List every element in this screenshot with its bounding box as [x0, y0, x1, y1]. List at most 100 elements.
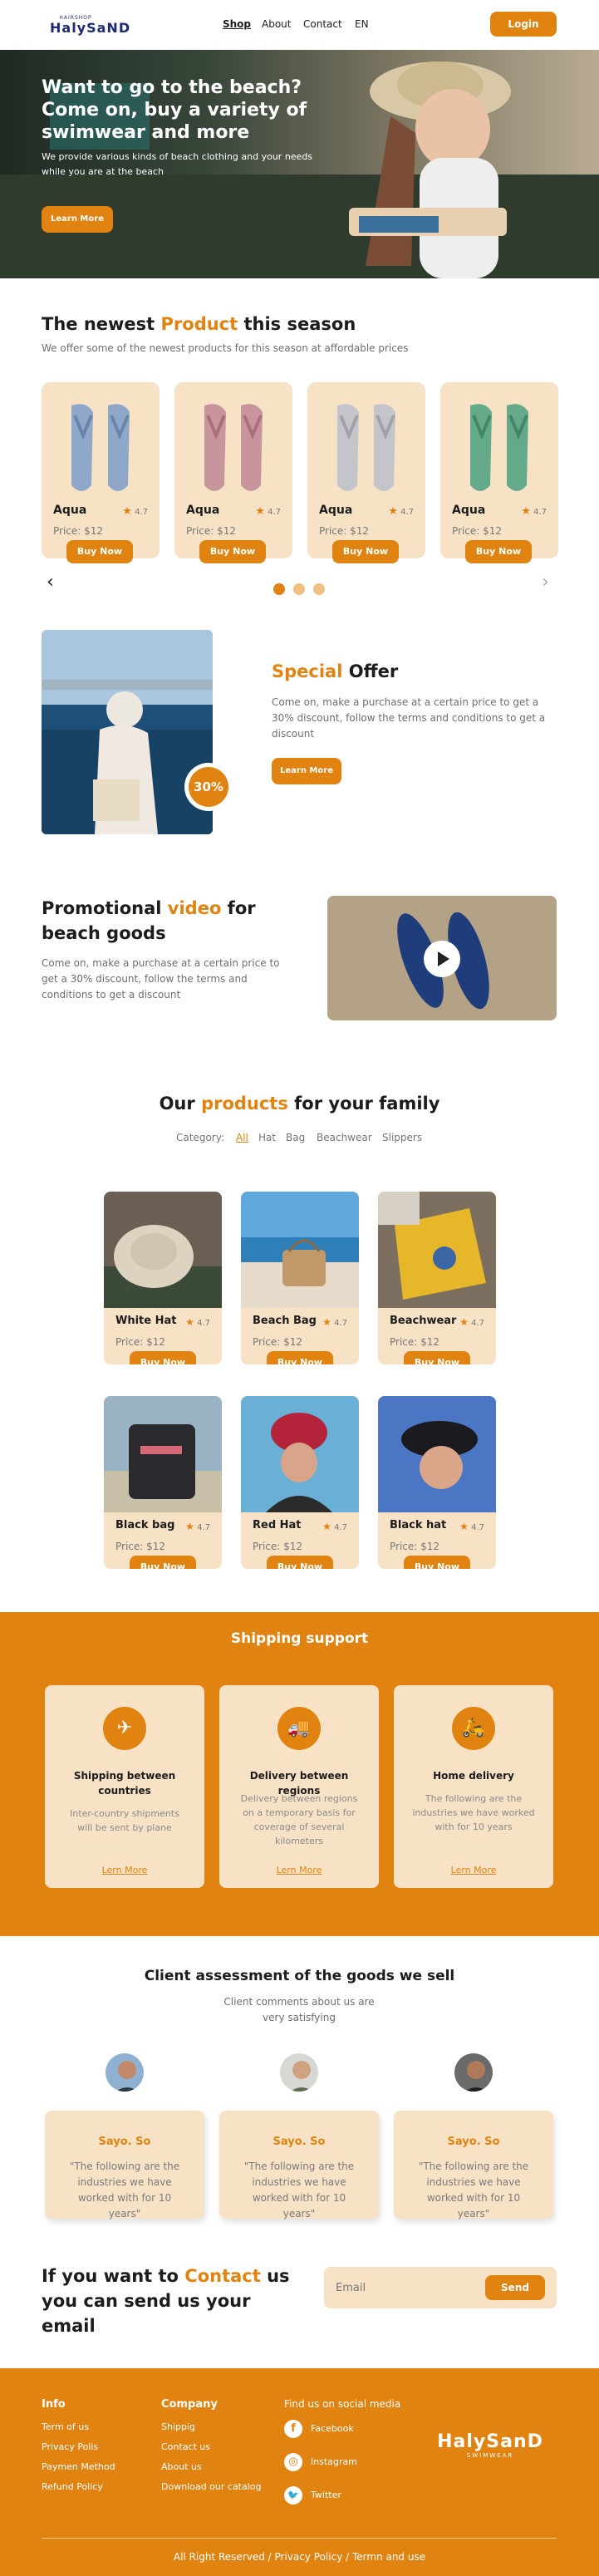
offer-text: Come on, make a purchase at a certain pr…	[272, 696, 546, 740]
footer-link-instagram[interactable]: Instagram	[311, 2456, 357, 2467]
motorbike-icon: 🛵	[452, 1707, 495, 1750]
product-card[interactable]: Red Hat ★ 4.7 Price: $12 Buy Now	[241, 1396, 359, 1569]
category-slippers[interactable]: Slippers	[382, 1132, 422, 1143]
star-icon: ★	[185, 1316, 194, 1328]
product-name: Aqua	[452, 504, 486, 517]
footer-link-shipping[interactable]: Shippig	[161, 2421, 195, 2432]
client-quote: "The following are the industries we hav…	[243, 2161, 355, 2220]
brand-logo[interactable]: HAIRSHOP HalySaND	[50, 15, 130, 40]
beachwear-image	[378, 1192, 496, 1308]
shipping-learn-more-link[interactable]: Lern More	[219, 1865, 379, 1875]
product-price: Price: $12	[253, 1541, 303, 1552]
product-rating: ★ 4.7	[322, 1521, 347, 1532]
carousel-dot[interactable]	[293, 583, 305, 595]
product-card[interactable]: Beachwear ★ 4.7 Price: $12 Buy Now	[378, 1192, 496, 1364]
twitter-icon[interactable]: 🐦	[284, 2486, 302, 2505]
plane-icon: ✈	[103, 1707, 146, 1750]
rating-value: 4.7	[197, 1319, 210, 1328]
product-name: Aqua	[319, 504, 353, 517]
footer-link-contact[interactable]: Contact us	[161, 2441, 210, 2452]
avatar	[452, 2051, 495, 2094]
product-price: Price: $12	[390, 1541, 440, 1552]
footer-link-catalog[interactable]: Download our catalog	[161, 2481, 262, 2492]
clients-subtitle: Client comments about us are very satisf…	[223, 1996, 375, 2023]
email-input[interactable]	[336, 2279, 469, 2297]
buy-now-button[interactable]: Buy Now	[404, 1556, 470, 1569]
product-price: Price: $12	[115, 1541, 166, 1552]
product-card[interactable]: White Hat ★ 4.7 Price: $12 Buy Now	[104, 1192, 222, 1364]
contact-title-a: If you want to	[42, 2266, 185, 2286]
avatar	[277, 2051, 321, 2094]
shipping-card: ✈ Shipping between countries Inter-count…	[45, 1685, 204, 1888]
nav-language[interactable]: EN	[355, 18, 369, 30]
shipping-card-text: Inter-country shipments will be sent by …	[70, 1808, 179, 1833]
footer-link-facebook[interactable]: Facebook	[311, 2423, 354, 2434]
product-rating: ★ 4.7	[255, 505, 281, 518]
video-text: Come on, make a purchase at a certain pr…	[42, 957, 280, 1000]
footer-link-refund[interactable]: Refund Policy	[42, 2481, 103, 2492]
play-icon	[438, 951, 449, 966]
video-title: Promotional video for beach goods	[42, 896, 307, 946]
buy-now-button[interactable]: Buy Now	[199, 540, 266, 563]
login-button[interactable]: Login	[490, 12, 557, 37]
product-card[interactable]: Aqua ★ 4.7 Price: $12 Buy Now	[307, 382, 425, 563]
category-all[interactable]: All	[236, 1132, 248, 1143]
clients-title: Client assessment of the goods we sell	[144, 1968, 455, 1984]
shipping-learn-more-link[interactable]: Lern More	[394, 1865, 553, 1875]
offer-learn-more-button[interactable]: Learn More	[272, 758, 341, 784]
buy-now-button[interactable]: Buy Now	[130, 1351, 196, 1364]
black-bag-image	[104, 1396, 222, 1512]
product-price: Price: $12	[115, 1336, 166, 1348]
shipping-card-title: Home delivery	[433, 1770, 514, 1782]
footer-logo[interactable]: HalySanD SWIMWEAR	[432, 2431, 548, 2459]
category-beachwear[interactable]: Beachwear	[317, 1132, 372, 1143]
product-card[interactable]: Aqua ★ 4.7 Price: $12 Buy Now	[42, 382, 160, 563]
footer-link-privacy[interactable]: Privacy Polis	[42, 2441, 98, 2452]
product-card[interactable]: Beach Bag ★ 4.7 Price: $12 Buy Now	[241, 1192, 359, 1364]
facebook-icon[interactable]: f	[284, 2420, 302, 2438]
buy-now-button[interactable]: Buy Now	[130, 1556, 196, 1569]
buy-now-button[interactable]: Buy Now	[267, 1556, 333, 1569]
offer-title-highlight: Special	[272, 661, 343, 681]
nav-shop[interactable]: Shop	[223, 18, 251, 30]
buy-now-button[interactable]: Buy Now	[404, 1351, 470, 1364]
star-icon: ★	[521, 505, 531, 518]
product-name: Red Hat	[253, 1519, 302, 1531]
nav-contact[interactable]: Contact	[303, 18, 342, 30]
product-price: Price: $12	[452, 525, 503, 537]
rating-value: 4.7	[471, 1523, 484, 1532]
footer-link-payment[interactable]: Paymen Method	[42, 2461, 115, 2472]
star-icon: ★	[122, 505, 132, 518]
category-hat[interactable]: Hat	[258, 1132, 276, 1143]
footer-link-about[interactable]: About us	[161, 2461, 202, 2472]
family-title-highlight: products	[201, 1094, 288, 1113]
buy-now-button[interactable]: Buy Now	[465, 540, 532, 563]
category-label: Category:	[176, 1132, 224, 1143]
category-bag[interactable]: Bag	[286, 1132, 305, 1143]
product-rating: ★ 4.7	[185, 1316, 210, 1328]
carousel-next-icon[interactable]: ›	[542, 572, 549, 592]
hero-learn-more-button[interactable]: Learn More	[42, 206, 113, 233]
buy-now-button[interactable]: Buy Now	[267, 1351, 333, 1364]
star-icon: ★	[185, 1521, 194, 1532]
newest-title-c: this season	[238, 314, 356, 334]
buy-now-button[interactable]: Buy Now	[66, 540, 133, 563]
send-button[interactable]: Send	[485, 2275, 545, 2300]
product-card[interactable]: Black hat ★ 4.7 Price: $12 Buy Now	[378, 1396, 496, 1569]
instagram-icon[interactable]: ◎	[284, 2453, 302, 2471]
testimonial-card: Sayo. So "The following are the industri…	[219, 2111, 379, 2220]
footer-link-twitter[interactable]: Twitter	[311, 2490, 341, 2500]
shipping-card: 🚚 Delivery between regions Delivery betw…	[219, 1685, 379, 1888]
nav-about[interactable]: About	[262, 18, 291, 30]
product-card[interactable]: Black bag ★ 4.7 Price: $12 Buy Now	[104, 1396, 222, 1569]
footer-link-terms[interactable]: Term of us	[42, 2421, 89, 2432]
carousel-dot[interactable]	[313, 583, 325, 595]
product-card[interactable]: Aqua ★ 4.7 Price: $12 Buy Now	[174, 382, 292, 563]
white-hat-image	[104, 1192, 222, 1308]
carousel-dot-active[interactable]	[273, 583, 285, 595]
shipping-learn-more-link[interactable]: Lern More	[45, 1865, 204, 1875]
carousel-prev-icon[interactable]: ‹	[47, 572, 54, 592]
play-button[interactable]	[424, 941, 460, 977]
product-card[interactable]: Aqua ★ 4.7 Price: $12 Buy Now	[440, 382, 558, 563]
buy-now-button[interactable]: Buy Now	[332, 540, 399, 563]
